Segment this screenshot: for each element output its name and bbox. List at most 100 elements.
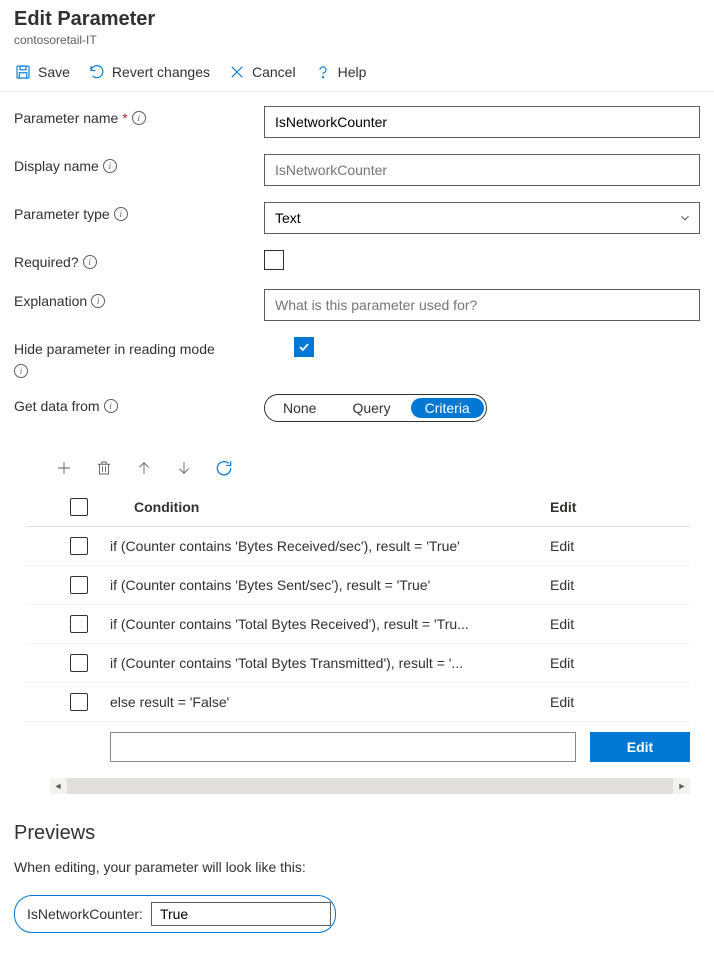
new-condition-input[interactable] bbox=[110, 732, 576, 762]
form: Parameter name * i Display name i Parame… bbox=[0, 92, 714, 794]
row-parameter-name: Parameter name * i bbox=[14, 106, 700, 138]
preview-pill-label: IsNetworkCounter: bbox=[27, 906, 143, 922]
row-condition: if (Counter contains 'Bytes Received/sec… bbox=[110, 538, 550, 554]
scrollbar-thumb[interactable] bbox=[67, 778, 673, 794]
row-checkbox[interactable] bbox=[70, 576, 88, 594]
row-checkbox[interactable] bbox=[70, 654, 88, 672]
label-hide-param: Hide parameter in reading mode bbox=[14, 341, 215, 357]
table-footer-row: Edit bbox=[26, 722, 690, 772]
label-parameter-type: Parameter type bbox=[14, 206, 110, 222]
info-icon[interactable]: i bbox=[91, 294, 105, 308]
row-edit-link[interactable]: Edit bbox=[550, 655, 690, 671]
required-checkbox[interactable] bbox=[264, 250, 284, 270]
toolbar: Save Revert changes Cancel Help bbox=[0, 51, 714, 92]
info-icon[interactable]: i bbox=[83, 255, 97, 269]
page-subtitle: contosoretail-IT bbox=[14, 33, 700, 47]
parameter-type-select[interactable] bbox=[264, 202, 700, 234]
row-required: Required? i bbox=[14, 250, 700, 273]
preview-pill: IsNetworkCounter: bbox=[14, 895, 336, 933]
table-row: else result = 'False' Edit bbox=[26, 683, 690, 722]
table-row: if (Counter contains 'Total Bytes Transm… bbox=[26, 644, 690, 683]
row-explanation: Explanation i bbox=[14, 289, 700, 321]
row-checkbox[interactable] bbox=[70, 693, 88, 711]
seg-criteria[interactable]: Criteria bbox=[411, 398, 484, 418]
revert-icon bbox=[88, 63, 106, 81]
cancel-label: Cancel bbox=[252, 64, 296, 80]
label-required: Required? bbox=[14, 254, 79, 270]
table-row: if (Counter contains 'Total Bytes Receiv… bbox=[26, 605, 690, 644]
move-up-button[interactable] bbox=[134, 458, 154, 478]
check-icon bbox=[297, 340, 311, 354]
col-condition-header: Condition bbox=[134, 499, 550, 515]
table-header: Condition Edit bbox=[26, 490, 690, 527]
parameter-name-input[interactable] bbox=[264, 106, 700, 138]
add-button[interactable] bbox=[54, 458, 74, 478]
refresh-button[interactable] bbox=[214, 458, 234, 478]
row-display-name: Display name i bbox=[14, 154, 700, 186]
help-label: Help bbox=[338, 64, 367, 80]
row-edit-link[interactable]: Edit bbox=[550, 694, 690, 710]
cancel-button[interactable]: Cancel bbox=[228, 63, 296, 81]
required-star: * bbox=[122, 110, 127, 126]
info-icon[interactable]: i bbox=[104, 399, 118, 413]
label-display-name: Display name bbox=[14, 158, 99, 174]
seg-none[interactable]: None bbox=[265, 396, 334, 420]
table-row: if (Counter contains 'Bytes Sent/sec'), … bbox=[26, 566, 690, 605]
row-edit-link[interactable]: Edit bbox=[550, 577, 690, 593]
row-edit-link[interactable]: Edit bbox=[550, 538, 690, 554]
save-icon bbox=[14, 63, 32, 81]
revert-label: Revert changes bbox=[112, 64, 210, 80]
hide-param-info: i bbox=[14, 361, 700, 378]
preview-pill-input[interactable] bbox=[151, 902, 331, 926]
info-icon[interactable]: i bbox=[114, 207, 128, 221]
row-condition: else result = 'False' bbox=[110, 694, 550, 710]
display-name-input[interactable] bbox=[264, 154, 700, 186]
label-get-data-from: Get data from bbox=[14, 398, 100, 414]
close-icon bbox=[228, 63, 246, 81]
row-get-data-from: Get data from i None Query Criteria bbox=[14, 394, 700, 422]
save-label: Save bbox=[38, 64, 70, 80]
arrow-down-icon bbox=[175, 459, 193, 477]
get-data-from-segmented: None Query Criteria bbox=[264, 394, 487, 422]
plus-icon bbox=[55, 459, 73, 477]
arrow-up-icon bbox=[135, 459, 153, 477]
save-button[interactable]: Save bbox=[14, 63, 70, 81]
criteria-toolbar bbox=[14, 438, 700, 490]
scroll-right-icon[interactable]: ► bbox=[674, 781, 690, 791]
criteria-table: Condition Edit if (Counter contains 'Byt… bbox=[26, 490, 690, 772]
label-parameter-name: Parameter name bbox=[14, 110, 118, 126]
move-down-button[interactable] bbox=[174, 458, 194, 478]
header: Edit Parameter contosoretail-IT bbox=[0, 0, 714, 51]
table-row: if (Counter contains 'Bytes Received/sec… bbox=[26, 527, 690, 566]
info-icon[interactable]: i bbox=[14, 364, 28, 378]
explanation-input[interactable] bbox=[264, 289, 700, 321]
edit-button[interactable]: Edit bbox=[590, 732, 690, 762]
info-icon[interactable]: i bbox=[103, 159, 117, 173]
refresh-icon bbox=[214, 458, 234, 478]
delete-button[interactable] bbox=[94, 458, 114, 478]
row-condition: if (Counter contains 'Total Bytes Receiv… bbox=[110, 616, 550, 632]
row-parameter-type: Parameter type i bbox=[14, 202, 700, 234]
previews-heading: Previews bbox=[14, 822, 700, 845]
row-checkbox[interactable] bbox=[70, 615, 88, 633]
info-icon[interactable]: i bbox=[132, 111, 146, 125]
row-edit-link[interactable]: Edit bbox=[550, 616, 690, 632]
select-all-checkbox[interactable] bbox=[70, 498, 88, 516]
trash-icon bbox=[95, 459, 113, 477]
parameter-type-value[interactable] bbox=[264, 202, 700, 234]
hide-param-checkbox[interactable] bbox=[294, 337, 314, 357]
seg-query[interactable]: Query bbox=[334, 396, 408, 420]
row-hide-param: Hide parameter in reading mode bbox=[14, 337, 700, 357]
page-title: Edit Parameter bbox=[14, 8, 700, 31]
help-button[interactable]: Help bbox=[314, 63, 367, 81]
scroll-left-icon[interactable]: ◄ bbox=[50, 781, 66, 791]
label-explanation: Explanation bbox=[14, 293, 87, 309]
previews-description: When editing, your parameter will look l… bbox=[14, 859, 700, 875]
previews-section: Previews When editing, your parameter wi… bbox=[0, 794, 714, 953]
row-checkbox[interactable] bbox=[70, 537, 88, 555]
row-condition: if (Counter contains 'Total Bytes Transm… bbox=[110, 655, 550, 671]
col-edit-header: Edit bbox=[550, 499, 690, 515]
horizontal-scrollbar[interactable]: ◄ ► bbox=[50, 778, 690, 794]
help-icon bbox=[314, 63, 332, 81]
revert-button[interactable]: Revert changes bbox=[88, 63, 210, 81]
